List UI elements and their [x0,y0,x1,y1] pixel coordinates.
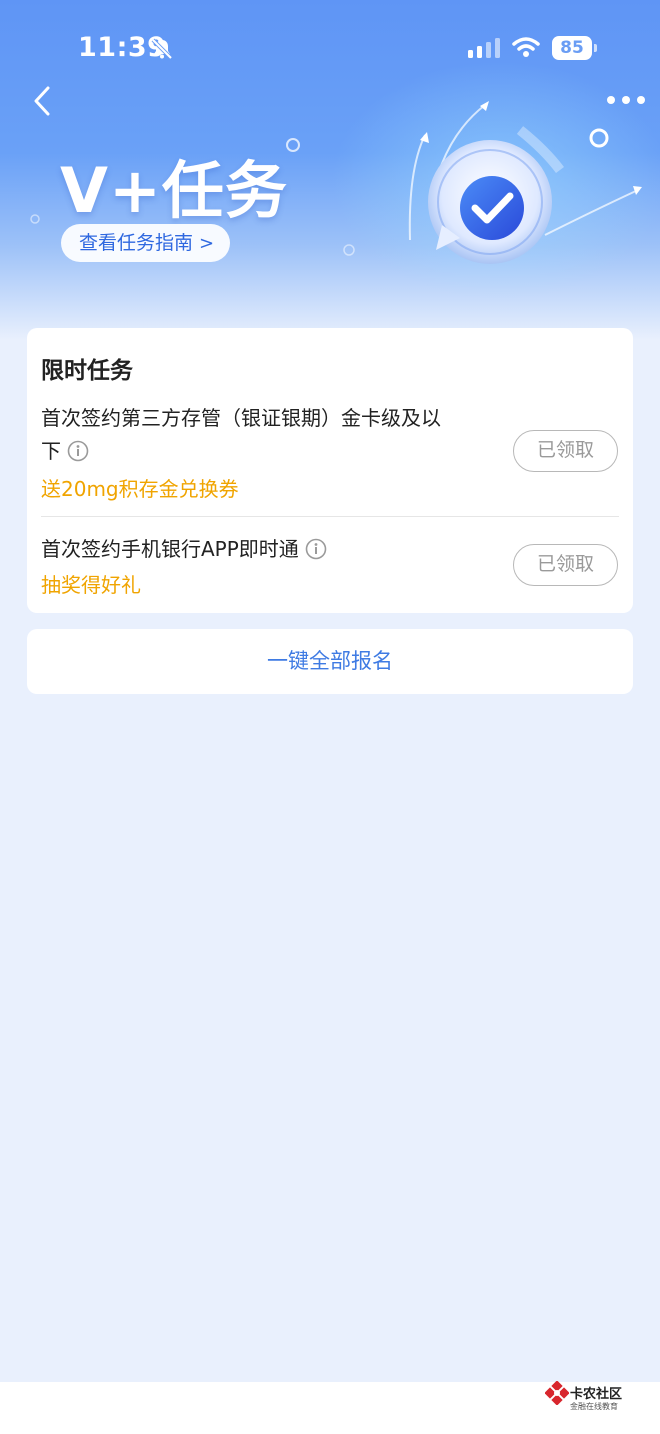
task-item-1-line2-row: 下 [41,435,471,468]
wifi-icon [512,37,540,57]
limited-tasks-title: 限时任务 [41,358,133,384]
info-icon[interactable] [67,440,89,462]
task-item-2-reward: 抽奖得好礼 [41,573,141,597]
task-item-1-line1: 首次签约第三方存管（银证银期）金卡级及以 [41,406,441,430]
battery-level: 85 [552,36,592,60]
battery-icon: 85 [552,36,597,60]
limited-tasks-card: 限时任务 首次签约第三方存管（银证银期）金卡级及以 下 送20mg积存金兑换券 … [27,328,633,613]
more-icon[interactable] [606,94,646,106]
bell-off-icon [151,38,173,60]
signup-all-button[interactable]: 一键全部报名 [27,629,633,694]
watermark: 卡农社区 金融在线教育 [545,1381,655,1421]
task-item-1-reward: 送20mg积存金兑换券 [41,477,239,501]
watermark-subtitle: 金融在线教育 [570,1402,618,1411]
watermark-logo-icon [545,1381,569,1405]
signal-icon [468,38,500,58]
divider [41,516,619,517]
task-guide-button[interactable]: 查看任务指南 > [61,224,231,262]
hero-title: V+任务 [60,154,288,227]
task-item-2-line1: 首次签约手机银行APP即时通 [41,537,299,561]
status-bar: 11:39 85 [0,0,660,96]
task-item-1-text: 首次签约第三方存管（银证银期）金卡级及以 下 [41,402,471,468]
task-guide-label: 查看任务指南 [79,232,194,254]
watermark-title: 卡农社区 [570,1387,623,1402]
signup-card: 一键全部报名 [27,629,633,694]
task-item-1-claimed-button[interactable]: 已领取 [513,430,618,472]
check-badge-icon [428,140,552,264]
back-arrow-icon[interactable] [28,86,58,116]
task-item-2-claimed-button[interactable]: 已领取 [513,544,618,586]
task-item-1-line2: 下 [41,439,61,463]
task-item-2-text: 首次签约手机银行APP即时通 [41,533,471,566]
info-icon[interactable] [305,538,327,560]
chevron-right-icon: > [199,233,215,254]
